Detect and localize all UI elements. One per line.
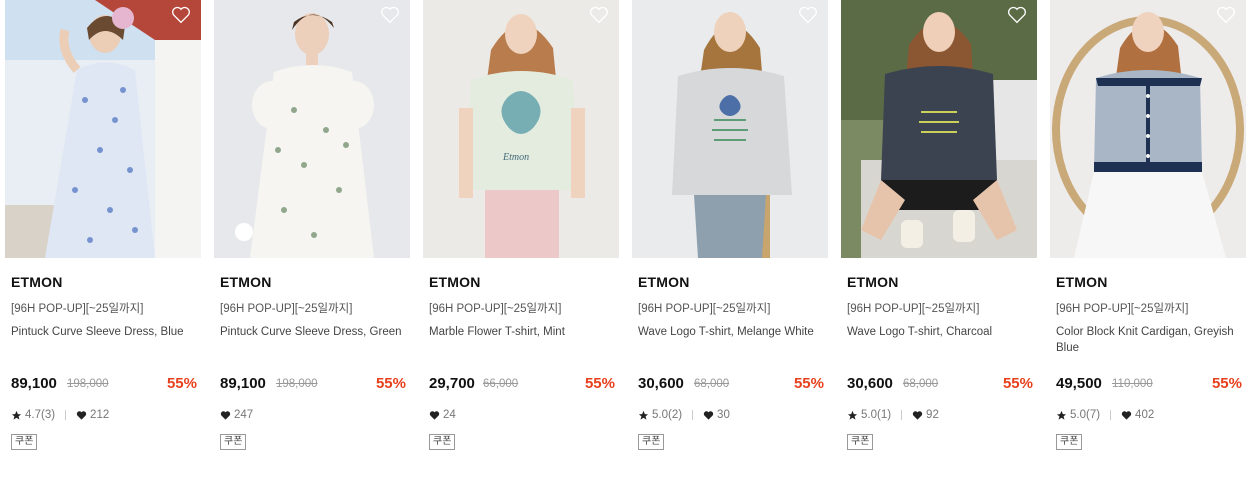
- svg-text:Etmon: Etmon: [502, 152, 529, 163]
- star-icon: [638, 410, 649, 420]
- product-image[interactable]: [214, 0, 410, 258]
- rating-value: 4.7(3): [25, 409, 56, 421]
- product-image[interactable]: [5, 0, 201, 258]
- likes-count: 30: [717, 409, 730, 421]
- original-price: 68,000: [903, 378, 939, 390]
- product-image[interactable]: Etmon: [423, 0, 619, 258]
- wishlist-heart-icon[interactable]: [171, 6, 191, 24]
- sale-price: 89,100: [220, 375, 266, 392]
- sale-price: 29,700: [429, 375, 475, 392]
- product-name[interactable]: Color Block Knit Cardigan, Greyish Blue: [1056, 324, 1244, 356]
- heart-filled-icon: [1121, 410, 1132, 420]
- brand-name[interactable]: ETMON: [638, 274, 690, 290]
- review-meta: 4.7(3) 212: [11, 409, 109, 421]
- sale-price: 30,600: [638, 375, 684, 392]
- promo-label: [96H POP-UP][~25일까지]: [429, 303, 562, 315]
- product-name[interactable]: Marble Flower T-shirt, Mint: [429, 324, 617, 340]
- review-meta: 5.0(2) 30: [638, 409, 730, 421]
- product-grid: ETMON [96H POP-UP][~25일까지] Pintuck Curve…: [0, 0, 1251, 479]
- discount-rate: 55%: [1211, 375, 1242, 392]
- wishlist-heart-icon[interactable]: [589, 6, 609, 24]
- original-price: 68,000: [694, 378, 730, 390]
- product-name[interactable]: Wave Logo T-shirt, Melange White: [638, 324, 826, 340]
- original-price: 198,000: [276, 378, 318, 390]
- brand-name[interactable]: ETMON: [847, 274, 899, 290]
- sale-price: 30,600: [847, 375, 893, 392]
- coupon-badge: 쿠폰: [11, 434, 38, 450]
- sale-price: 89,100: [11, 375, 57, 392]
- discount-rate: 55%: [584, 375, 615, 392]
- heart-filled-icon: [76, 410, 87, 420]
- discount-rate: 55%: [1002, 375, 1033, 392]
- coupon-badge: 쿠폰: [220, 434, 247, 450]
- heart-filled-icon: [429, 410, 440, 420]
- coupon-badge: 쿠폰: [429, 434, 456, 450]
- product-card[interactable]: ETMON [96H POP-UP][~25일까지] Pintuck Curve…: [214, 0, 410, 470]
- product-card[interactable]: Etmon ETMON [96H POP-UP][~25일까지] Marble …: [423, 0, 619, 470]
- product-name[interactable]: Pintuck Curve Sleeve Dress, Green: [220, 324, 408, 340]
- coupon-badge: 쿠폰: [847, 434, 874, 450]
- star-icon: [847, 410, 858, 420]
- wishlist-heart-icon[interactable]: [798, 6, 818, 24]
- wishlist-heart-icon[interactable]: [1007, 6, 1027, 24]
- star-icon: [1056, 410, 1067, 420]
- review-meta: 5.0(1) 92: [847, 409, 939, 421]
- product-image[interactable]: [1050, 0, 1246, 258]
- product-card[interactable]: ETMON [96H POP-UP][~25일까지] Pintuck Curve…: [5, 0, 201, 470]
- product-image[interactable]: [632, 0, 828, 258]
- original-price: 66,000: [483, 378, 519, 390]
- meta-divider: [1110, 410, 1112, 420]
- review-meta: 24: [429, 409, 456, 421]
- rating-value: 5.0(2): [652, 409, 683, 421]
- brand-name[interactable]: ETMON: [11, 274, 63, 290]
- discount-rate: 55%: [375, 375, 406, 392]
- coupon-badge: 쿠폰: [1056, 434, 1083, 450]
- likes-count: 247: [234, 409, 254, 421]
- product-name[interactable]: Wave Logo T-shirt, Charcoal: [847, 324, 1035, 340]
- promo-label: [96H POP-UP][~25일까지]: [11, 303, 144, 315]
- sale-price: 49,500: [1056, 375, 1102, 392]
- likes-count: 24: [443, 409, 456, 421]
- product-card[interactable]: ETMON [96H POP-UP][~25일까지] Wave Logo T-s…: [841, 0, 1037, 470]
- wishlist-heart-icon[interactable]: [380, 6, 400, 24]
- original-price: 198,000: [67, 378, 109, 390]
- brand-name[interactable]: ETMON: [220, 274, 272, 290]
- heart-filled-icon: [703, 410, 714, 420]
- meta-divider: [901, 410, 903, 420]
- promo-label: [96H POP-UP][~25일까지]: [847, 303, 980, 315]
- rating-value: 5.0(7): [1070, 409, 1101, 421]
- review-meta: 5.0(7) 402: [1056, 409, 1154, 421]
- review-meta: 247: [220, 409, 253, 421]
- promo-label: [96H POP-UP][~25일까지]: [638, 303, 771, 315]
- meta-divider: [692, 410, 694, 420]
- coupon-badge: 쿠폰: [638, 434, 665, 450]
- product-image[interactable]: [841, 0, 1037, 258]
- promo-label: [96H POP-UP][~25일까지]: [220, 303, 353, 315]
- discount-rate: 55%: [166, 375, 197, 392]
- brand-name[interactable]: ETMON: [429, 274, 481, 290]
- heart-filled-icon: [220, 410, 231, 420]
- likes-count: 402: [1135, 409, 1155, 421]
- star-icon: [11, 410, 22, 420]
- heart-filled-icon: [912, 410, 923, 420]
- original-price: 110,000: [1112, 378, 1153, 390]
- rating-value: 5.0(1): [861, 409, 892, 421]
- likes-count: 212: [90, 409, 110, 421]
- wishlist-heart-icon[interactable]: [1216, 6, 1236, 24]
- product-name[interactable]: Pintuck Curve Sleeve Dress, Blue: [11, 324, 199, 340]
- likes-count: 92: [926, 409, 939, 421]
- discount-rate: 55%: [793, 375, 824, 392]
- meta-divider: [65, 410, 67, 420]
- product-card[interactable]: ETMON [96H POP-UP][~25일까지] Wave Logo T-s…: [632, 0, 828, 470]
- brand-name[interactable]: ETMON: [1056, 274, 1108, 290]
- promo-label: [96H POP-UP][~25일까지]: [1056, 303, 1189, 315]
- product-card[interactable]: ETMON [96H POP-UP][~25일까지] Color Block K…: [1050, 0, 1246, 470]
